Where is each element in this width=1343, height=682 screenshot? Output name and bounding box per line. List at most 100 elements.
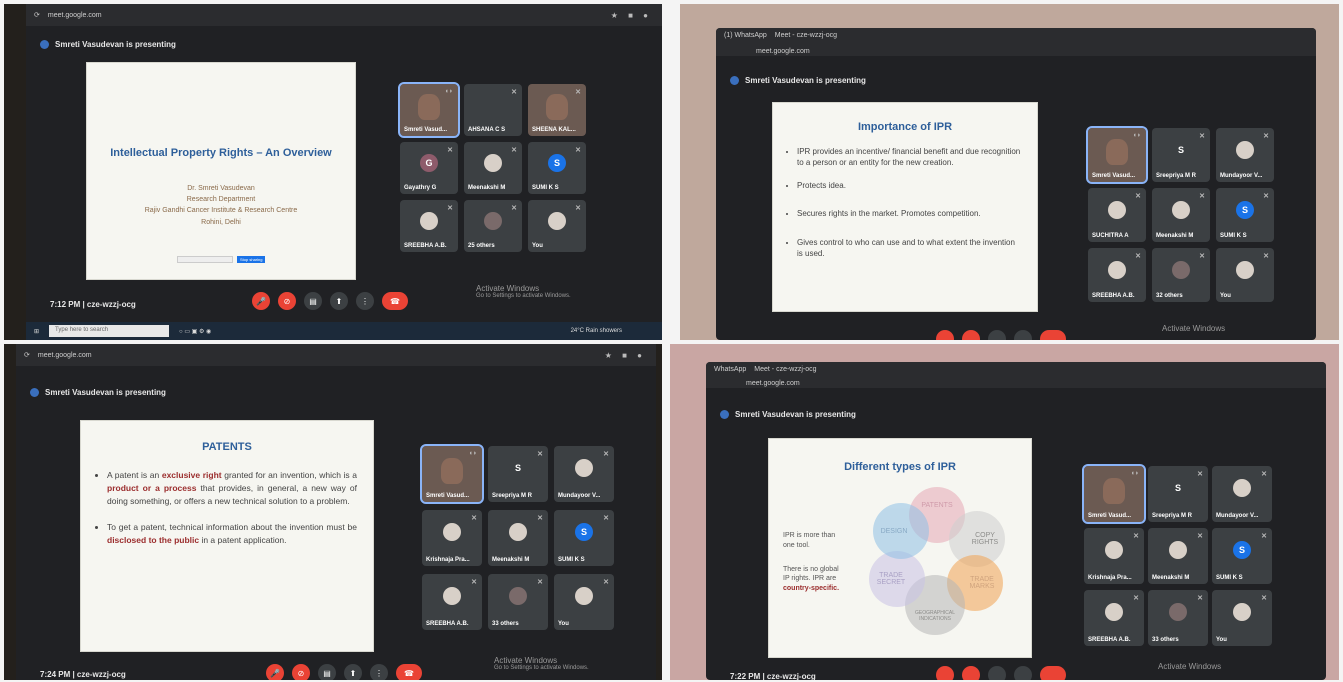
participant-tile[interactable]: ✕ SREEBHA A.B. (1084, 590, 1144, 646)
participant-tile[interactable]: ◖◗ Smreti Vasud... (1086, 126, 1148, 184)
browser-extension-icons[interactable]: ★ ■ ● (605, 351, 646, 360)
end-call-icon[interactable] (1040, 330, 1066, 340)
camera-off-icon[interactable] (962, 330, 980, 340)
participant-tile[interactable]: S ✕ Sreepriya M R (1148, 466, 1208, 522)
participant-tile[interactable]: ✕ Meenakshi M (488, 510, 548, 566)
participant-tile[interactable]: ✕ 25 others (464, 200, 522, 252)
participant-tile[interactable]: ✕ Mundayoor V... (1216, 128, 1274, 182)
participant-tile[interactable]: ◖◗ Smreti Vasud... (398, 82, 460, 138)
camera-off-icon[interactable]: ⊘ (278, 292, 296, 310)
participant-name: 25 others (468, 243, 495, 249)
participant-video (441, 458, 463, 485)
participant-name: Smreti Vasud... (1092, 173, 1136, 179)
address-bar[interactable]: meet.google.com (746, 380, 800, 387)
participant-tile[interactable]: ✕ SREEBHA A.B. (400, 200, 458, 252)
tab-whatsapp[interactable]: (1) WhatsApp (724, 32, 767, 39)
captions-icon[interactable]: ▤ (318, 664, 336, 680)
participant-avatar: S (1233, 541, 1251, 560)
captions-icon[interactable] (988, 330, 1006, 340)
reload-icon[interactable]: ⟳ (24, 351, 30, 359)
present-icon[interactable]: ⬆ (344, 664, 362, 680)
participant-tile[interactable]: S ✕ SUMI K S (554, 510, 614, 566)
tab-meet[interactable]: Meet - cze-wzzj-ocg (775, 32, 837, 39)
mic-muted-icon: ✕ (447, 205, 453, 212)
participant-tile[interactable]: ✕ 33 others (488, 574, 548, 630)
captions-icon[interactable] (988, 666, 1006, 680)
stop-sharing-button[interactable]: Stop sharing (237, 256, 266, 263)
participant-tile[interactable]: ✕ You (1212, 590, 1272, 646)
end-call-icon[interactable]: ☎ (382, 292, 408, 310)
taskbar-apps-icon[interactable]: ○ ▭ ▣ ⚙ ◉ (179, 328, 211, 335)
weather-widget[interactable]: 24°C Rain showers (571, 328, 622, 334)
participant-tile[interactable]: S ✕ Sreepriya M R (488, 446, 548, 502)
participant-tile[interactable]: ✕ You (528, 200, 586, 252)
mic-off-icon[interactable]: 🎤 (252, 292, 270, 310)
more-options-icon[interactable]: ⋮ (356, 292, 374, 310)
tab-meet[interactable]: Meet - cze-wzzj-ocg (754, 366, 816, 373)
participant-name: Mundayoor V... (1220, 173, 1263, 179)
participant-tile[interactable]: ✕ Mundayoor V... (1212, 466, 1272, 522)
participant-tile[interactable]: ✕ You (554, 574, 614, 630)
participant-tile[interactable]: ✕ Meenakshi M (1152, 188, 1210, 242)
participant-tile[interactable]: ✕ SHEENA KAL... (528, 84, 586, 136)
participant-tile[interactable]: ✕ SREEBHA A.B. (422, 574, 482, 630)
present-icon[interactable] (1014, 666, 1032, 680)
participant-tile[interactable]: ✕ SREEBHA A.B. (1088, 248, 1146, 302)
participant-tile[interactable]: ✕ 32 others (1152, 248, 1210, 302)
participant-name: 33 others (1152, 637, 1179, 643)
participant-avatar (1236, 260, 1254, 279)
camera-off-icon[interactable]: ⊘ (292, 664, 310, 680)
participant-tile[interactable]: ✕ SUCHITRA A (1088, 188, 1146, 242)
reload-icon[interactable]: ⟳ (34, 11, 40, 19)
tab-whatsapp[interactable]: WhatsApp (714, 366, 746, 373)
end-call-icon[interactable] (1040, 666, 1066, 680)
mic-off-icon[interactable] (936, 666, 954, 680)
participant-tile[interactable]: S ✕ SUMI K S (1212, 528, 1272, 584)
participant-avatar: S (1169, 479, 1187, 498)
captions-icon[interactable]: ▤ (304, 292, 322, 310)
participant-tile[interactable]: ✕ Meenakshi M (1148, 528, 1208, 584)
camera-off-icon[interactable] (962, 666, 980, 680)
participant-name: You (1216, 637, 1227, 643)
participant-tile[interactable]: ✕ You (1216, 248, 1274, 302)
laptop-screen: (1) WhatsApp Meet - cze-wzzj-ocg meet.go… (716, 28, 1316, 340)
participant-tile[interactable]: ✕ Krishnaja Pra... (422, 510, 482, 566)
windows-start-icon[interactable]: ⊞ (34, 328, 39, 335)
participant-tile[interactable]: S ✕ Sreepriya M R (1152, 128, 1210, 182)
browser-extension-icons[interactable]: ★ ■ ● (611, 11, 652, 20)
present-icon[interactable] (1014, 330, 1032, 340)
participant-tile[interactable]: S ✕ SUMI K S (1216, 188, 1274, 242)
participant-name: You (558, 621, 569, 627)
participant-avatar: S (575, 523, 593, 542)
mic-muted-icon: ✕ (511, 205, 517, 212)
taskbar-search[interactable]: Type here to search (49, 325, 170, 337)
address-bar[interactable]: meet.google.com (38, 352, 92, 359)
slide-notes: IPR is more than one tool. There is no g… (783, 531, 847, 594)
slide-bullets: IPR provides an incentive/ financial ben… (797, 147, 1021, 260)
address-bar[interactable]: meet.google.com (756, 48, 810, 55)
participant-tile[interactable]: ✕ Meenakshi M (464, 142, 522, 194)
participant-avatar (1108, 260, 1126, 279)
address-bar[interactable]: meet.google.com (48, 12, 102, 19)
speaking-icon: ◖◗ (1130, 470, 1139, 477)
participant-tile[interactable]: ◖◗ Smreti Vasud... (420, 444, 484, 504)
participant-tile[interactable]: ✕ 33 others (1148, 590, 1208, 646)
participant-tile[interactable]: ✕ Krishnaja Pra... (1084, 528, 1144, 584)
mic-muted-icon: ✕ (1133, 595, 1139, 602)
present-icon[interactable]: ⬆ (330, 292, 348, 310)
mic-muted-icon: ✕ (1199, 193, 1205, 200)
more-options-icon[interactable]: ⋮ (370, 664, 388, 680)
participant-tile[interactable]: ◖◗ Smreti Vasud... (1082, 464, 1146, 524)
end-call-icon[interactable]: ☎ (396, 664, 422, 680)
participant-tile[interactable]: ✕ AHSANA C S (464, 84, 522, 136)
mic-off-icon[interactable]: 🎤 (266, 664, 284, 680)
participant-name: Mundayoor V... (1216, 513, 1259, 519)
participant-name: SREEBHA A.B. (404, 243, 447, 249)
mic-muted-icon: ✕ (471, 515, 477, 522)
participant-tile[interactable]: S ✕ SUMI K S (528, 142, 586, 194)
mic-off-icon[interactable] (936, 330, 954, 340)
participant-tile[interactable]: G ✕ Gayathry G (400, 142, 458, 194)
participant-avatar (1233, 603, 1251, 622)
presenter-avatar-icon (720, 410, 729, 419)
participant-tile[interactable]: ✕ Mundayoor V... (554, 446, 614, 502)
